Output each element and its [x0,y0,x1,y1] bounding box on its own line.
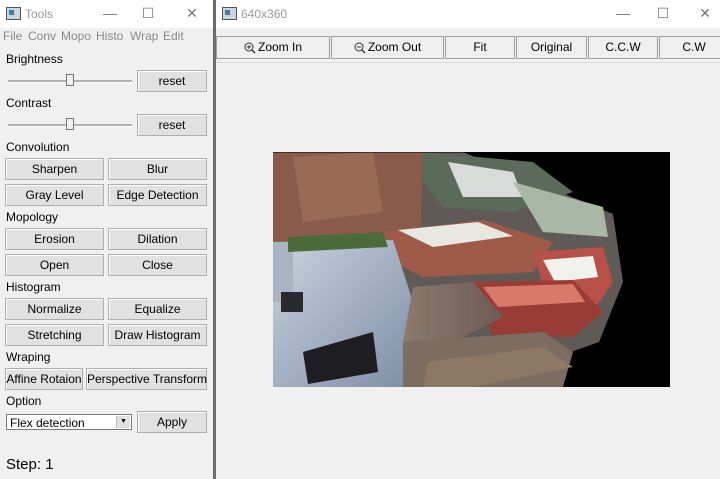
erosion-button[interactable]: Erosion [5,228,104,250]
menu-file[interactable]: File [3,29,22,43]
zoom-out-icon [354,42,366,54]
step-counter: Step: 1 [6,456,54,473]
brightness-label: Brightness [6,52,63,66]
tools-window-title: Tools [25,7,54,21]
menu-conv[interactable]: Conv [28,29,56,43]
app-icon [222,7,237,20]
rotate-cw-button[interactable]: C.W [659,36,720,59]
brightness-slider-thumb[interactable] [66,74,74,86]
close-icon[interactable]: ✕ [694,3,716,23]
zoom-in-icon [244,42,256,54]
image-window-title: 640x360 [241,7,288,21]
perspective-transform-button[interactable]: Perspective Transform [86,368,207,390]
mopology-label: Mopology [6,210,59,224]
option-dropdown[interactable]: Flex detection ▼ [6,414,132,430]
zoom-out-button[interactable]: Zoom Out [331,36,444,59]
menu-histo[interactable]: Histo [96,29,123,43]
blur-button[interactable]: Blur [108,158,207,180]
stretching-button[interactable]: Stretching [5,324,104,346]
image-title-bar[interactable]: 640x360 — ☐ ✕ [216,0,720,28]
zoom-out-label: Zoom Out [367,40,422,54]
gray-level-button[interactable]: Gray Level [5,184,104,206]
histogram-label: Histogram [6,280,61,294]
maximize-icon[interactable]: ☐ [652,3,674,23]
menu-bar: File Conv Mopo Histo Wrap Edit [0,28,213,44]
menu-mopo[interactable]: Mopo [61,29,91,43]
menu-edit[interactable]: Edit [163,29,184,43]
image-window: 640x360 — ☐ ✕ Zoom In Zoom Out Fit Origi… [216,0,720,479]
option-selected-value: Flex detection [10,416,85,430]
option-label: Option [6,394,42,408]
normalize-button[interactable]: Normalize [5,298,104,320]
close-button[interactable]: Close [108,254,207,276]
edge-detection-button[interactable]: Edge Detection [108,184,207,206]
tools-title-bar[interactable]: Tools — ☐ ✕ [0,0,213,28]
tools-window: Tools — ☐ ✕ File Conv Mopo Histo Wrap Ed… [0,0,213,479]
dilation-button[interactable]: Dilation [108,228,207,250]
original-button[interactable]: Original [516,36,587,59]
zoom-in-label: Zoom In [257,40,302,54]
menu-wrap[interactable]: Wrap [130,29,158,43]
minimize-icon[interactable]: — [99,3,121,23]
contrast-slider[interactable] [8,118,132,132]
maximize-icon[interactable]: ☐ [137,3,159,23]
app-icon [6,7,21,20]
transformed-photo [273,152,670,387]
sharpen-button[interactable]: Sharpen [5,158,104,180]
brightness-slider[interactable] [8,74,132,88]
photo-content [273,152,670,387]
apply-button[interactable]: Apply [137,411,207,433]
contrast-label: Contrast [6,96,52,110]
equalize-button[interactable]: Equalize [108,298,207,320]
brightness-reset-button[interactable]: reset [137,70,207,92]
contrast-reset-button[interactable]: reset [137,114,207,136]
image-toolbar: Zoom In Zoom Out Fit Original C.C.W C.W [216,35,720,61]
image-canvas[interactable] [216,62,720,479]
rotate-ccw-button[interactable]: C.C.W [588,36,658,59]
affine-rotation-button[interactable]: Affine Rotaion [5,368,83,390]
open-button[interactable]: Open [5,254,104,276]
zoom-in-button[interactable]: Zoom In [216,36,330,59]
convolution-label: Convolution [6,140,70,154]
fit-button[interactable]: Fit [445,36,515,59]
dropdown-arrow-icon[interactable]: ▼ [116,416,130,428]
draw-histogram-button[interactable]: Draw Histogram [108,324,207,346]
contrast-slider-thumb[interactable] [66,118,74,130]
wraping-label: Wraping [6,350,51,364]
minimize-icon[interactable]: — [612,3,634,23]
close-icon[interactable]: ✕ [181,3,203,23]
